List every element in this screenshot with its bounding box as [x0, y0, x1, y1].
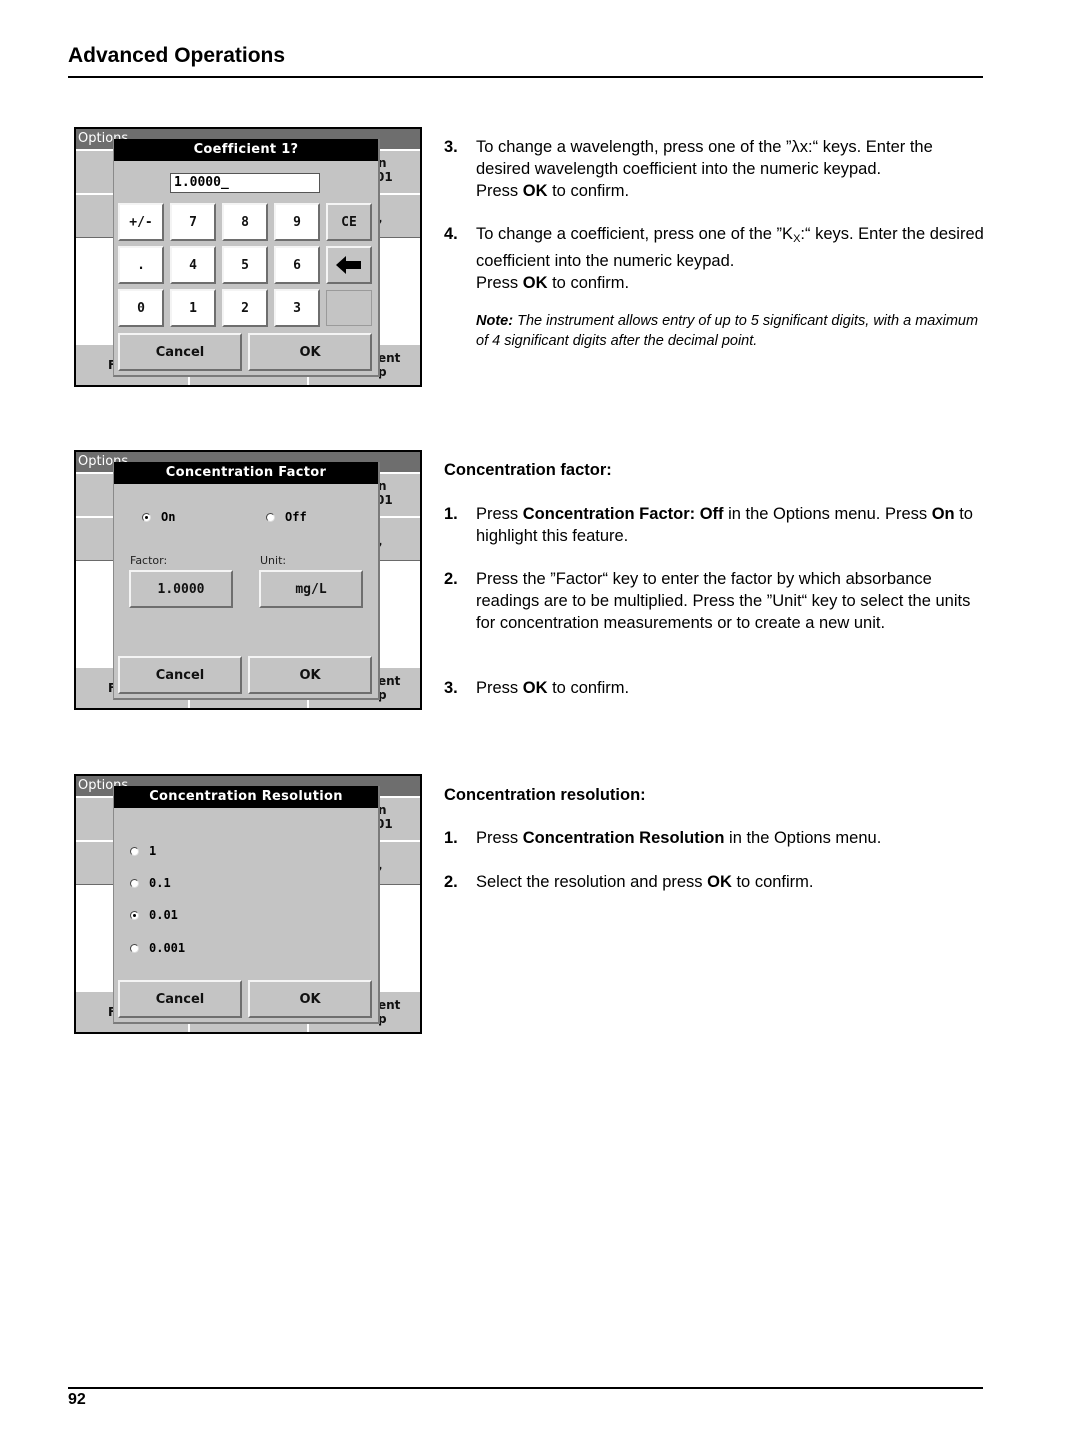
step-number: 1.: [444, 505, 458, 523]
concentration-factor-screen: Options n 01 , ent p F Concentration Fac…: [74, 450, 422, 710]
step-number: 2.: [444, 873, 458, 891]
resolution-option[interactable]: 1: [130, 844, 156, 858]
cancel-button[interactable]: Cancel: [118, 980, 242, 1018]
step-text: Press Concentration Resolution in the Op…: [476, 829, 882, 847]
factor-button[interactable]: 1.0000: [129, 570, 233, 608]
step-number: 3.: [444, 679, 458, 697]
concentration-factor-dialog: Concentration Factor On Off Factor: Unit…: [113, 462, 380, 700]
key-4[interactable]: 4: [170, 246, 216, 284]
radio-checked-icon: [142, 512, 151, 522]
note: Note: The instrument allows entry of up …: [476, 311, 986, 351]
unit-label: Unit:: [260, 554, 287, 567]
ok-button[interactable]: OK: [248, 980, 372, 1018]
coefficient-value-field[interactable]: 1.0000_: [170, 173, 320, 193]
concentration-resolution-screen: Options n 01 , ent p F Concentration Res…: [74, 774, 422, 1034]
resolution-option-label: 0.001: [149, 941, 186, 955]
resolution-option[interactable]: 0.1: [130, 876, 171, 890]
radio-unchecked-icon: [130, 878, 139, 888]
key-6[interactable]: 6: [274, 246, 320, 284]
key-0[interactable]: 0: [118, 289, 164, 327]
note-body: The instrument allows entry of up to 5 s…: [476, 313, 979, 349]
radio-off[interactable]: Off: [266, 510, 307, 524]
key-backspace[interactable]: [326, 246, 372, 284]
radio-on[interactable]: On: [142, 510, 175, 524]
radio-checked-icon: [130, 910, 139, 920]
key-plus-minus[interactable]: +/-: [118, 203, 164, 241]
step-text: Press Concentration Factor: Off in the O…: [476, 505, 973, 545]
coefficient-screen: Options n 01 , ent p F Coefficient 1? 1.…: [74, 127, 422, 387]
radio-unchecked-icon: [266, 512, 275, 522]
key-3[interactable]: 3: [274, 289, 320, 327]
coefficient-dialog: Coefficient 1? 1.0000_ +/- 7 8 9 CE . 4 …: [113, 139, 380, 377]
key-7[interactable]: 7: [170, 203, 216, 241]
resolution-option-label: 0.1: [149, 876, 171, 890]
page-header: Advanced Operations: [68, 42, 983, 70]
resolution-option-label: 0.01: [149, 908, 178, 922]
radio-off-label: Off: [285, 510, 307, 524]
step-text: Press OK to confirm.: [476, 679, 630, 697]
key-blank: [326, 290, 372, 326]
cancel-button[interactable]: Cancel: [118, 333, 242, 371]
dialog-title: Concentration Factor: [114, 462, 378, 484]
footer-rule: [68, 1387, 983, 1389]
ok-button[interactable]: OK: [248, 656, 372, 694]
key-9[interactable]: 9: [274, 203, 320, 241]
concentration-resolution-dialog: Concentration Resolution 1 0.1 0.01 0.00…: [113, 786, 380, 1024]
step-number: 3.: [444, 138, 458, 156]
unit-button[interactable]: mg/L: [259, 570, 363, 608]
backspace-arrow-icon: [336, 256, 361, 274]
cancel-button[interactable]: Cancel: [118, 656, 242, 694]
step-number: 1.: [444, 829, 458, 847]
dialog-title: Coefficient 1?: [114, 139, 378, 161]
key-1[interactable]: 1: [170, 289, 216, 327]
radio-on-label: On: [161, 510, 176, 524]
resolution-option[interactable]: 0.001: [130, 941, 185, 955]
factor-label: Factor:: [130, 554, 168, 567]
page-number: 92: [68, 1391, 86, 1408]
resolution-option[interactable]: 0.01: [130, 908, 178, 922]
key-5[interactable]: 5: [222, 246, 268, 284]
key-clear-entry[interactable]: CE: [326, 203, 372, 241]
ok-button[interactable]: OK: [248, 333, 372, 371]
header-rule: [68, 76, 983, 78]
step-text: To change a wavelength, press one of the…: [476, 138, 933, 200]
radio-unchecked-icon: [130, 943, 139, 953]
key-2[interactable]: 2: [222, 289, 268, 327]
step-number: 4.: [444, 225, 458, 243]
key-8[interactable]: 8: [222, 203, 268, 241]
radio-unchecked-icon: [130, 846, 139, 856]
resolution-option-label: 1: [149, 844, 157, 858]
section-heading: Concentration factor:: [444, 461, 612, 479]
step-text: Select the resolution and press OK to co…: [476, 873, 814, 891]
note-label: Note:: [476, 313, 514, 329]
section-heading: Concentration resolution:: [444, 786, 646, 804]
step-text: To change a coefficient, press one of th…: [476, 225, 984, 292]
key-decimal[interactable]: .: [118, 246, 164, 284]
step-text: Press the ”Factor“ key to enter the fact…: [476, 570, 971, 632]
section-title: Advanced Operations: [68, 44, 286, 67]
step-number: 2.: [444, 570, 458, 588]
dialog-title: Concentration Resolution: [114, 786, 378, 808]
